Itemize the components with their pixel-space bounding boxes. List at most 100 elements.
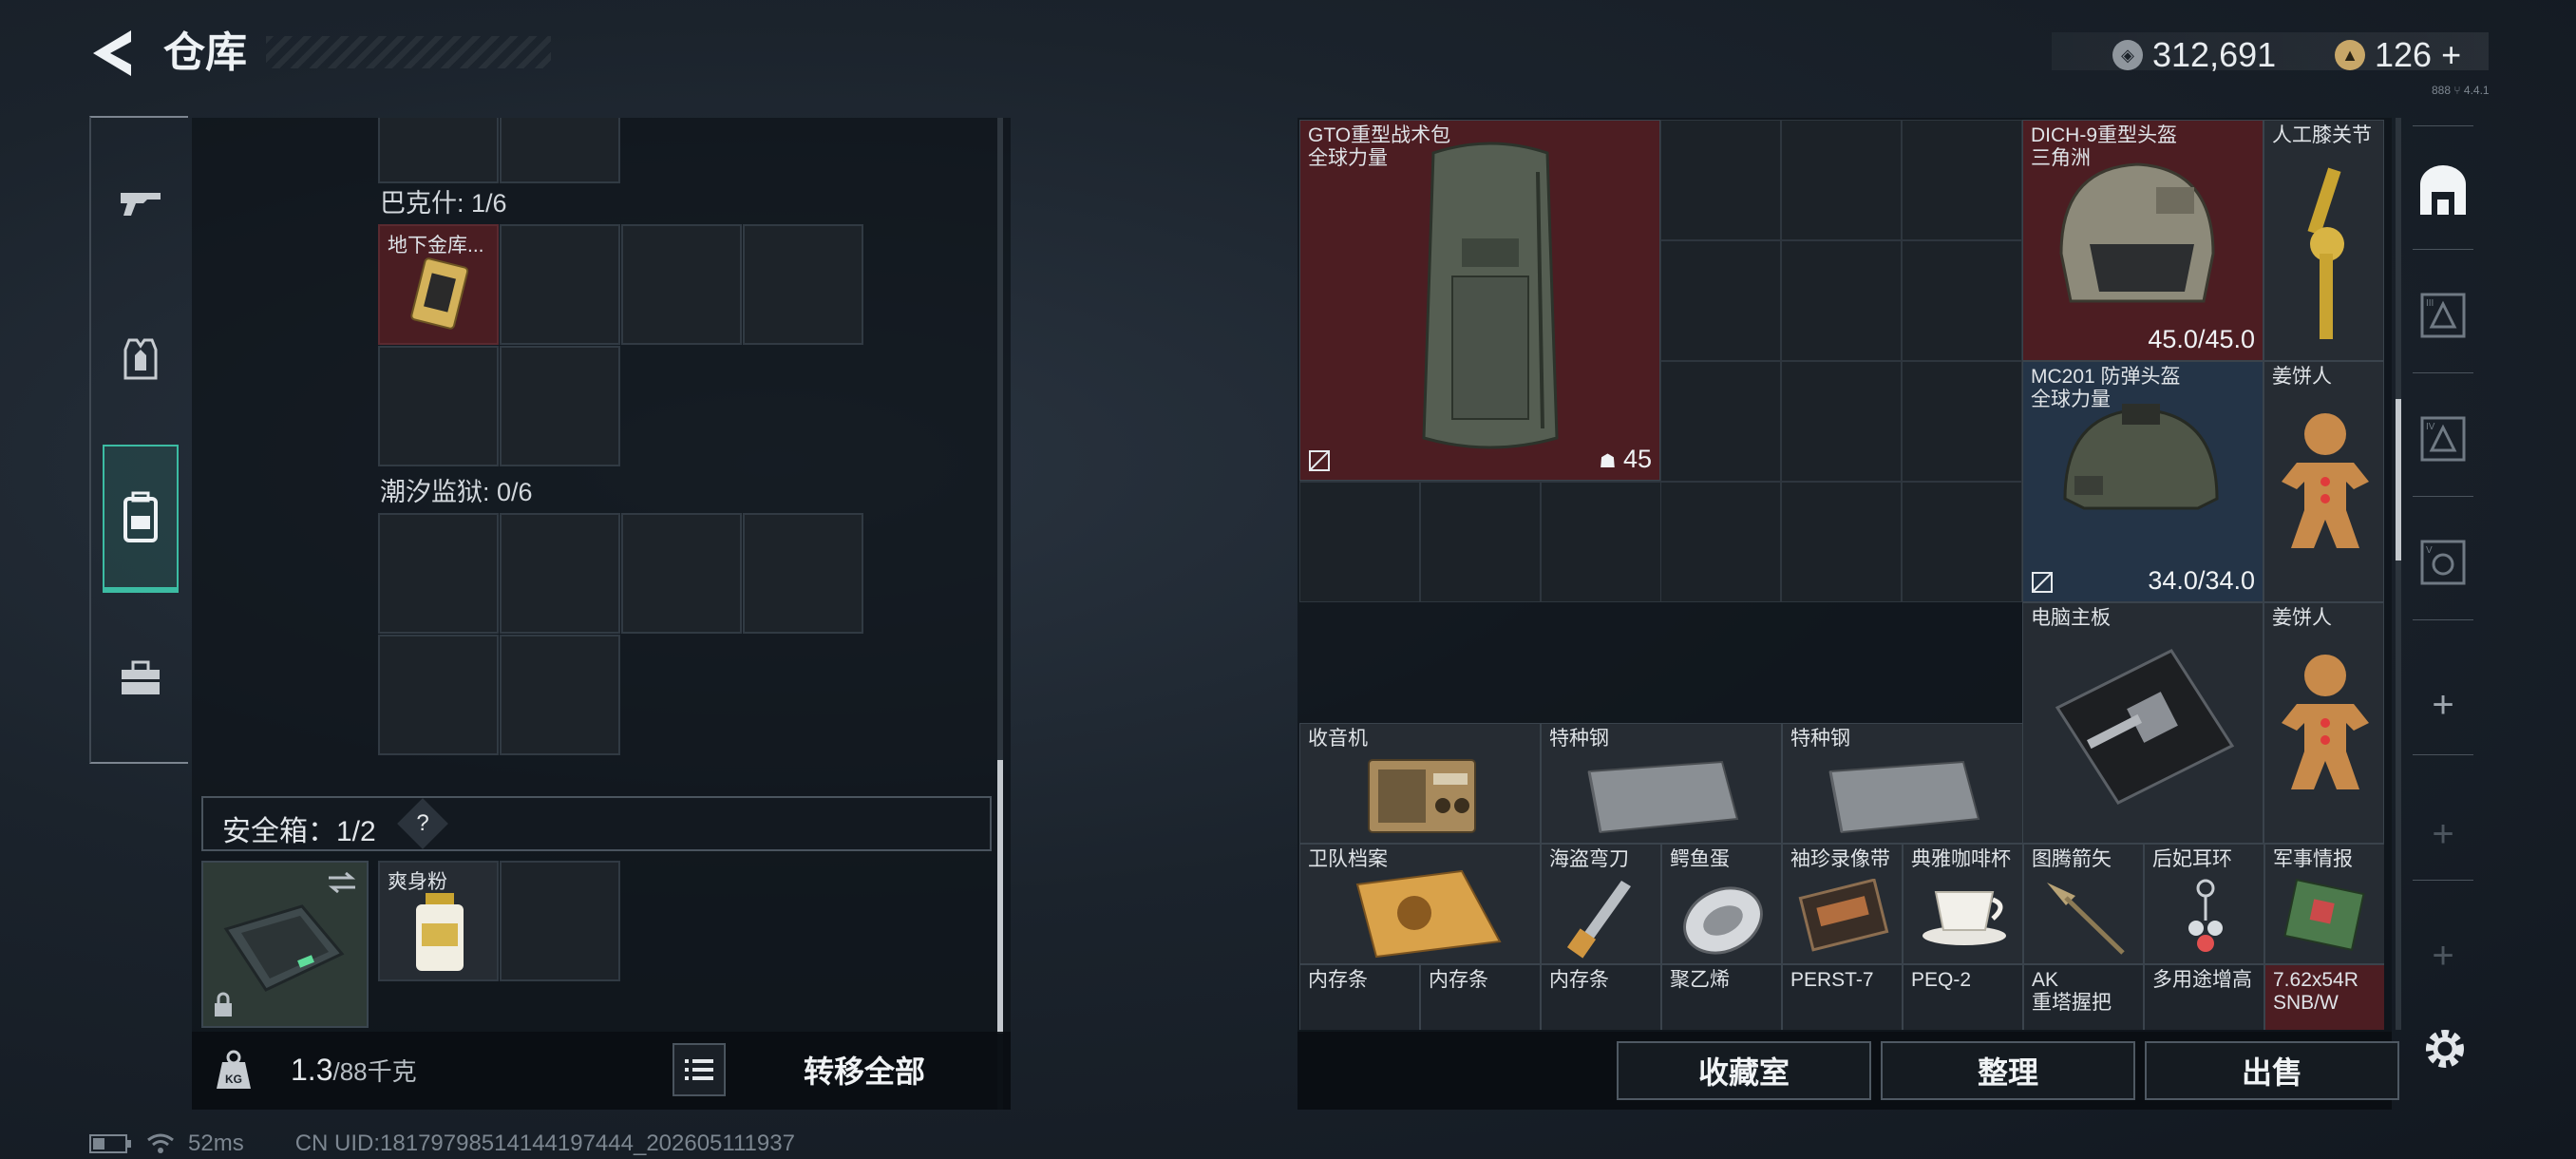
stash-scrollbar-thumb[interactable]: [2396, 399, 2401, 560]
grid-cell[interactable]: [1781, 240, 1902, 361]
left-scrollbar-thumb[interactable]: [997, 760, 1003, 1034]
back-button[interactable]: [87, 27, 135, 80]
grid-cell[interactable]: [1902, 120, 2022, 240]
stash-page-main[interactable]: [2413, 162, 2473, 222]
collection-room-button[interactable]: 收藏室: [1617, 1041, 1871, 1100]
nav-weapons[interactable]: [103, 165, 179, 241]
safe-box-help-button[interactable]: ?: [397, 798, 448, 849]
stash-page-tier-3[interactable]: III: [2413, 285, 2473, 346]
grid-cell[interactable]: [1299, 482, 1420, 602]
grid-cell[interactable]: [1420, 482, 1541, 602]
motherboard-item[interactable]: 电脑主板: [2022, 602, 2263, 844]
pocket-videotape-item[interactable]: 袖珍录像带: [1782, 844, 1903, 964]
grid-cell[interactable]: [1781, 482, 1902, 602]
stash-scrollbar[interactable]: [2396, 118, 2401, 1030]
dich9-helmet-item[interactable]: DICH-9重型头盔 三角洲 45.0/45.0: [2022, 120, 2263, 361]
ammo-item[interactable]: 7.62x54R SNB/W: [2264, 964, 2384, 1030]
ak-grip-item[interactable]: AK 重塔握把: [2023, 964, 2144, 1030]
safe-box-label: 安全箱：1/2: [222, 816, 376, 847]
stash-grid[interactable]: GTO重型战术包 全球力量 ☗ 45 DICH-9重型头盔 三角洲 45.0/4…: [1299, 120, 2384, 1030]
polyethylene-item[interactable]: 聚乙烯: [1661, 964, 1782, 1030]
armor-vest-icon: [123, 338, 158, 380]
consort-earring-item[interactable]: 后妃耳环: [2144, 844, 2264, 964]
grid-cell[interactable]: [500, 861, 620, 981]
special-steel-item[interactable]: 特种钢: [1541, 723, 1782, 844]
bakhshi-label: 巴克什: 1/6: [380, 189, 507, 218]
add-stash-page-button[interactable]: +: [2413, 804, 2473, 864]
add-stash-page-button[interactable]: +: [2413, 925, 2473, 986]
grid-cell[interactable]: [1541, 482, 1661, 602]
grid-cell[interactable]: [1902, 240, 2022, 361]
tidal-prison-label: 潮汐监狱: 0/6: [380, 478, 533, 506]
stash-page-tier-4[interactable]: IV: [2413, 408, 2473, 469]
grid-cell[interactable]: [621, 513, 742, 634]
grid-cell[interactable]: [743, 513, 863, 634]
grid-cell[interactable]: [500, 346, 620, 466]
crocodile-egg-item[interactable]: 鳄鱼蛋: [1661, 844, 1782, 964]
item-name: 姜饼人: [2272, 366, 2332, 388]
gingerbread-item[interactable]: 姜饼人: [2263, 361, 2384, 602]
arrow-icon: [2047, 883, 2125, 955]
nav-backpack[interactable]: [103, 445, 179, 593]
grid-cell[interactable]: [1660, 120, 1781, 240]
item-name: 后妃耳环: [2152, 848, 2232, 870]
grid-cell[interactable]: [1781, 120, 1902, 240]
military-intel-item[interactable]: 军事情报: [2264, 844, 2384, 964]
grid-cell[interactable]: [1660, 482, 1781, 602]
grid-cell[interactable]: [1902, 482, 2022, 602]
nav-armor[interactable]: [103, 321, 179, 397]
grid-cell[interactable]: [1660, 240, 1781, 361]
grid-cell[interactable]: [500, 224, 620, 345]
grid-cell[interactable]: [378, 118, 499, 183]
sort-button[interactable]: 整理: [1881, 1041, 2135, 1100]
nav-toolbox[interactable]: [103, 640, 179, 716]
totem-arrow-item[interactable]: 图腾箭矢: [2023, 844, 2144, 964]
grid-cell[interactable]: [500, 118, 620, 183]
grid-cell[interactable]: [1660, 361, 1781, 482]
list-view-button[interactable]: [672, 1043, 726, 1096]
talc-powder-item[interactable]: 爽身粉: [378, 861, 499, 981]
ram-item[interactable]: 内存条: [1541, 964, 1661, 1030]
swap-icon[interactable]: [327, 872, 357, 893]
ram-item[interactable]: 内存条: [1420, 964, 1541, 1030]
add-stash-page-button[interactable]: +: [2413, 674, 2473, 735]
guard-files-item[interactable]: 卫队档案: [1299, 844, 1541, 964]
grid-cell[interactable]: [1781, 361, 1902, 482]
gto-backpack-item[interactable]: GTO重型战术包 全球力量 ☗ 45: [1299, 120, 1660, 481]
svg-text:III: III: [2426, 298, 2434, 309]
gingerbread-icon: [2282, 413, 2369, 548]
gingerbread-icon: [2282, 655, 2369, 789]
grid-cell[interactable]: [378, 346, 499, 466]
backpack-icon: [123, 491, 158, 542]
safe-box-container[interactable]: [201, 861, 369, 1028]
add-currency-button[interactable]: +: [2441, 36, 2461, 74]
multi-riser-item[interactable]: 多用途增高: [2144, 964, 2264, 1030]
special-steel-item[interactable]: 特种钢: [1782, 723, 2023, 844]
svg-text:V: V: [2426, 545, 2433, 556]
coffee-cup-item[interactable]: 典雅咖啡杯: [1903, 844, 2023, 964]
stash-page-tier-5[interactable]: V: [2413, 532, 2473, 593]
settings-button[interactable]: [2418, 1022, 2472, 1075]
gingerbread-item[interactable]: 姜饼人: [2263, 602, 2384, 844]
grid-cell[interactable]: [500, 513, 620, 634]
transfer-all-button[interactable]: 转移全部: [735, 1043, 994, 1096]
artificial-knee-item[interactable]: 人工膝关节: [2263, 120, 2384, 361]
hafu-coin-icon: ◈: [2112, 40, 2143, 70]
grid-cell[interactable]: [378, 635, 499, 755]
grid-cell[interactable]: [378, 513, 499, 634]
vault-key-item[interactable]: 地下金库...: [378, 224, 499, 345]
left-inventory-scroll[interactable]: 巴克什: 1/6 地下金库... 潮汐监狱: 0/6: [192, 118, 1011, 787]
mc201-helmet-item[interactable]: MC201 防弹头盔 全球力量 34.0/34.0: [2022, 361, 2263, 602]
grid-cell[interactable]: [743, 224, 863, 345]
uid-label: CN UID:18179798514144197444_202605111937: [294, 1130, 795, 1156]
radio-item[interactable]: 收音机: [1299, 723, 1541, 844]
grid-cell[interactable]: [1902, 361, 2022, 482]
grid-cell[interactable]: [621, 224, 742, 345]
ram-item[interactable]: 内存条: [1299, 964, 1420, 1030]
sell-button[interactable]: 出售: [2145, 1041, 2399, 1100]
item-name: 内存条: [1308, 969, 1368, 991]
peq2-item[interactable]: PEQ-2: [1903, 964, 2023, 1030]
perst7-item[interactable]: PERST-7: [1782, 964, 1903, 1030]
grid-cell[interactable]: [500, 635, 620, 755]
pirate-cutlass-item[interactable]: 海盗弯刀: [1541, 844, 1661, 964]
